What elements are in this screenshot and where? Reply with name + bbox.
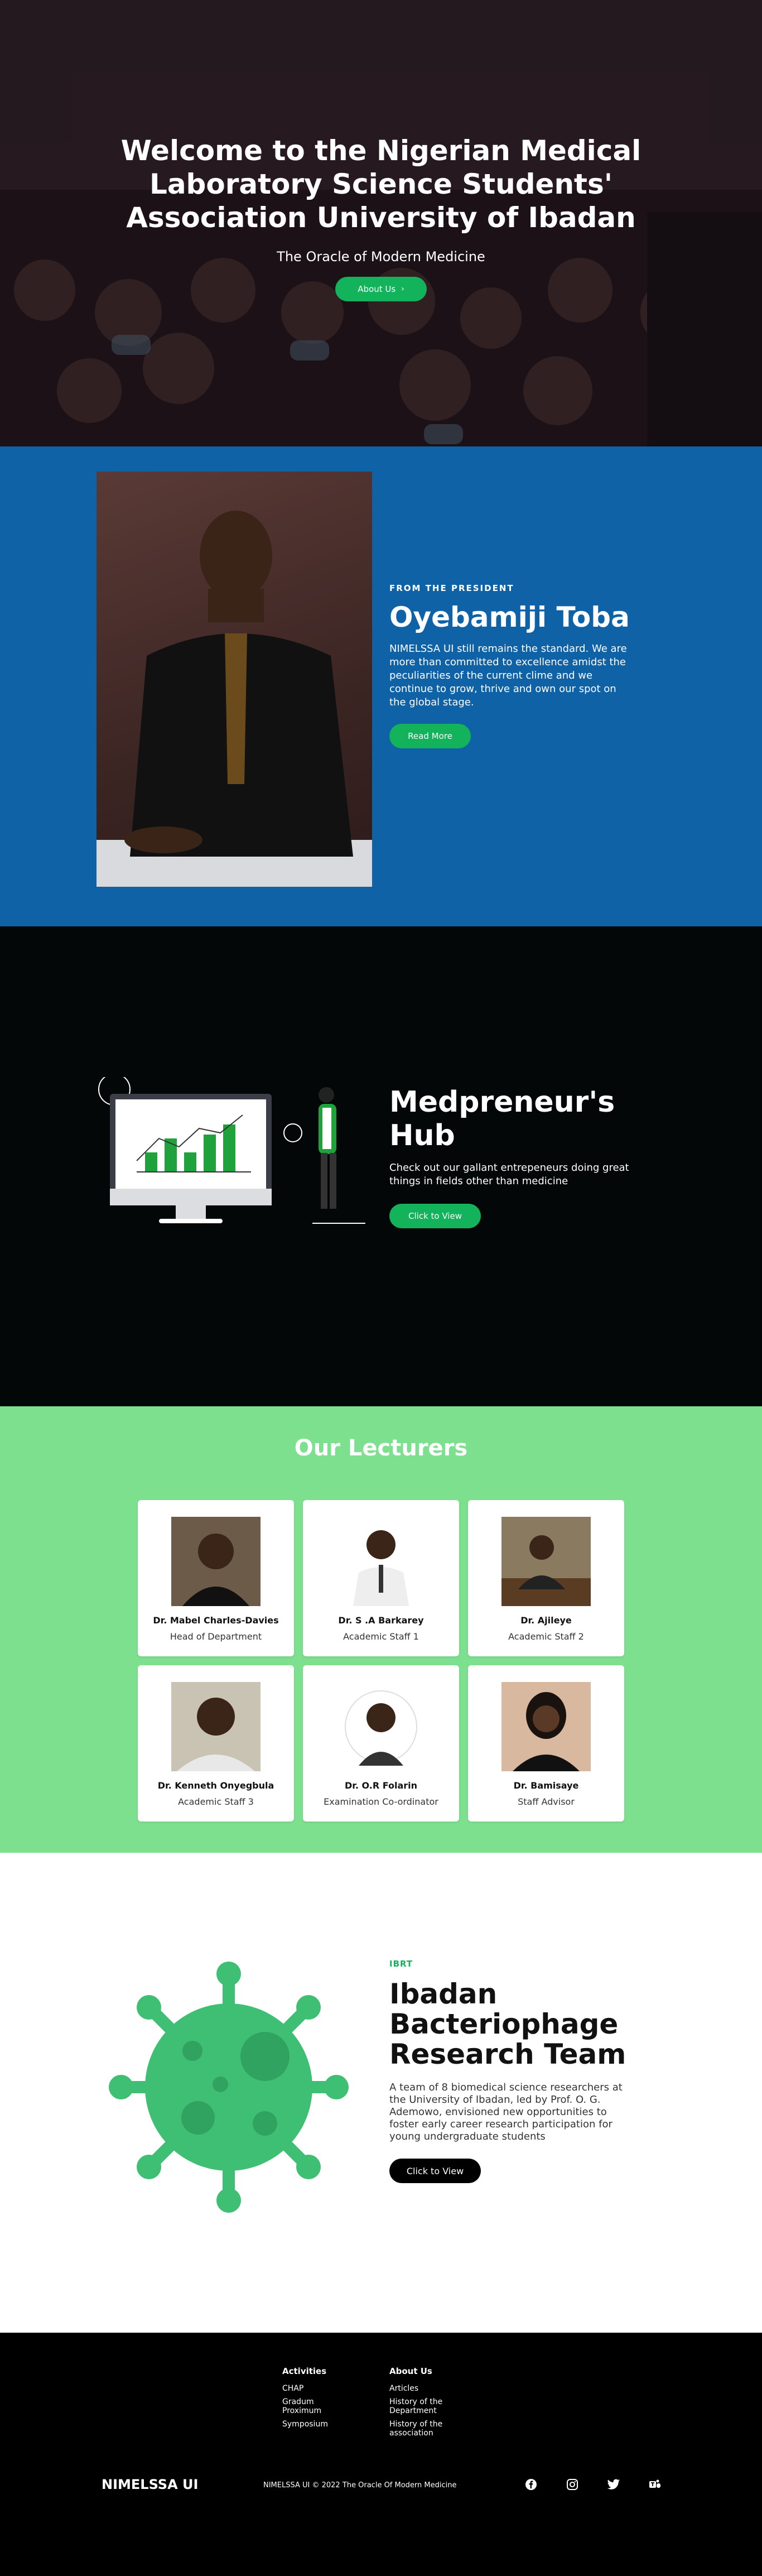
lecturer-card[interactable]: Dr. S .A Barkarey Academic Staff 1 [303, 1500, 459, 1656]
lecturer-name: Dr. S .A Barkarey [338, 1615, 424, 1626]
footer-about-column: About Us Articles History of the Departm… [389, 2366, 451, 2442]
ibrt-description: A team of 8 biomedical science researche… [389, 2082, 623, 2142]
lecturer-role: Staff Advisor [518, 1796, 575, 1807]
ibrt-title: Ibadan Bacteriophage Research Team [389, 1978, 626, 2070]
twitter-icon[interactable] [607, 2478, 620, 2491]
lecturer-role: Academic Staff 3 [178, 1796, 254, 1807]
president-eyebrow: FROM THE PRESIDENT [389, 583, 514, 593]
lecturer-photo [501, 1517, 591, 1606]
ibrt-eyebrow: IBRT [389, 1959, 413, 1969]
hero-subtitle: The Oracle of Modern Medicine [277, 249, 485, 265]
chevron-right-icon: › [401, 285, 404, 294]
footer-activities-column: Activities CHAP Gradum Proximum Symposiu… [282, 2366, 344, 2433]
lecturer-photo [336, 1517, 426, 1606]
footer-about-heading: About Us [389, 2366, 432, 2376]
lecturer-name: Dr. Ajileye [520, 1615, 572, 1626]
lecturer-role: Academic Staff 1 [343, 1631, 419, 1642]
footer-link-gradum-proximum[interactable]: Gradum Proximum [282, 2397, 344, 2415]
lecturers-title: Our Lecturers [294, 1435, 468, 1461]
lecturer-name: Dr. Mabel Charles-Davies [153, 1615, 279, 1626]
medpreneur-description: Check out our gallant entrepeneurs doing… [389, 1162, 629, 1187]
footer: Activities CHAP Gradum Proximum Symposiu… [0, 2333, 762, 2576]
read-more-button[interactable]: Read More [389, 724, 471, 748]
lecturers-section: Our Lecturers Dr. Mabel Charles-Davies H… [0, 1406, 762, 1853]
footer-link-symposium[interactable]: Symposium [282, 2420, 344, 2429]
ibrt-text-block: IBRT Ibadan Bacteriophage Research Team … [389, 1959, 635, 2183]
ibrt-view-button[interactable]: Click to View [389, 2159, 481, 2183]
about-us-button[interactable]: About Us › [335, 277, 427, 301]
hero-content: Welcome to the Nigerian Medical Laborato… [0, 134, 762, 301]
lecturer-photo [171, 1517, 261, 1606]
lecturer-name: Dr. O.R Folarin [344, 1780, 418, 1791]
lecturer-card[interactable]: Dr. O.R Folarin Examination Co-ordinator [303, 1665, 459, 1822]
footer-brand: NIMELSSA UI [102, 2477, 199, 2492]
lecturer-card[interactable]: Dr. Kenneth Onyegbula Academic Staff 3 [138, 1665, 294, 1822]
lecturer-name: Dr. Kenneth Onyegbula [157, 1780, 274, 1791]
footer-link-history-association[interactable]: History of the association [389, 2420, 451, 2438]
teams-icon[interactable] [648, 2478, 662, 2491]
footer-link-chap[interactable]: CHAP [282, 2384, 344, 2393]
medpreneur-text-block: Medpreneur's Hub Check out our gallant e… [389, 1085, 679, 1228]
president-text-block: FROM THE PRESIDENT Oyebamiji Toba NIMELS… [389, 583, 635, 748]
footer-social-links [524, 2478, 662, 2491]
footer-link-history-department[interactable]: History of the Department [389, 2397, 451, 2415]
instagram-icon[interactable] [566, 2478, 579, 2491]
lecturer-card[interactable]: Dr. Bamisaye Staff Advisor [468, 1665, 624, 1822]
lecturers-grid: Dr. Mabel Charles-Davies Head of Departm… [138, 1500, 624, 1822]
medpreneur-title: Medpreneur's Hub [389, 1085, 615, 1152]
hero-section: Welcome to the Nigerian Medical Laborato… [0, 0, 762, 446]
ibrt-section: IBRT Ibadan Bacteriophage Research Team … [0, 1853, 762, 2333]
lecturer-photo [336, 1682, 426, 1771]
facebook-icon[interactable] [524, 2478, 538, 2491]
footer-link-articles[interactable]: Articles [389, 2384, 451, 2393]
growth-chart-illustration [98, 1077, 365, 1224]
president-name: Oyebamiji Toba [389, 601, 630, 633]
lecturer-photo [501, 1682, 591, 1771]
about-us-label: About Us [358, 284, 396, 294]
lecturer-card[interactable]: Dr. Ajileye Academic Staff 2 [468, 1500, 624, 1656]
lecturer-role: Examination Co-ordinator [324, 1796, 438, 1807]
virus-icon [109, 1962, 349, 2213]
medpreneur-section: Medpreneur's Hub Check out our gallant e… [0, 926, 762, 1406]
footer-copyright: NIMELSSA UI © 2022 The Oracle Of Modern … [263, 2481, 457, 2490]
medpreneur-view-button[interactable]: Click to View [389, 1204, 481, 1228]
lecturer-card[interactable]: Dr. Mabel Charles-Davies Head of Departm… [138, 1500, 294, 1656]
president-section: FROM THE PRESIDENT Oyebamiji Toba NIMELS… [0, 446, 762, 926]
footer-activities-heading: Activities [282, 2366, 327, 2376]
president-photo [97, 472, 372, 887]
lecturer-role: Academic Staff 2 [508, 1631, 584, 1642]
president-message: NIMELSSA UI still remains the standard. … [389, 643, 627, 708]
hero-title: Welcome to the Nigerian Medical Laborato… [120, 134, 642, 234]
lecturer-role: Head of Department [170, 1631, 262, 1642]
lecturer-photo [171, 1682, 261, 1771]
lecturer-name: Dr. Bamisaye [513, 1780, 579, 1791]
